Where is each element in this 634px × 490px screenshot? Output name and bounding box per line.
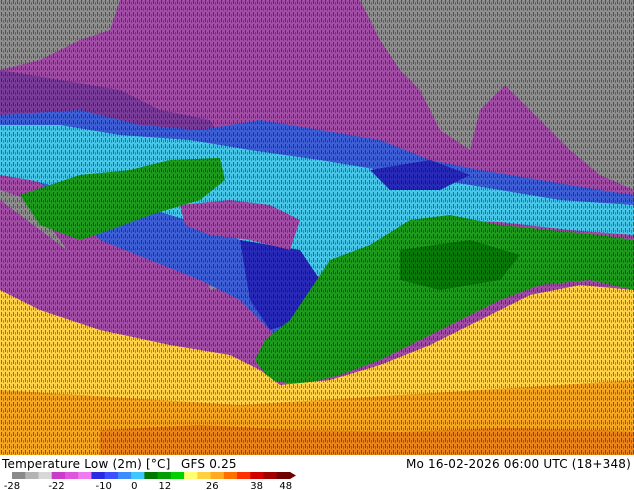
legend-swatch (12, 472, 26, 479)
legend-swatch (263, 472, 278, 479)
legend-swatch (131, 472, 145, 479)
legend-swatch (276, 472, 291, 479)
legend-tick-label: 12 (159, 481, 172, 490)
legend-tick-label: 48 (279, 481, 292, 490)
map-viewer: Temperature Low (2m) [°C] GFS 0.25 Mo 16… (0, 0, 634, 490)
legend-swatch (237, 472, 251, 479)
legend-swatch (117, 472, 132, 479)
map-footer: Temperature Low (2m) [°C] GFS 0.25 Mo 16… (0, 455, 634, 490)
legend-swatch (91, 472, 106, 479)
legend-tick-label: -10 (96, 481, 112, 490)
legend-swatch (184, 472, 198, 479)
value-label-texture (0, 0, 634, 455)
legend-swatch (38, 472, 53, 479)
color-legend: -28 -22 -10 0 12 26 38 48 (0, 472, 300, 490)
legend-swatch (144, 472, 159, 479)
legend-swatch (223, 472, 238, 479)
legend-arrow (290, 472, 296, 479)
legend-tick-label: 0 (131, 481, 137, 490)
legend-swatch (104, 472, 119, 479)
legend-swatch (78, 472, 92, 479)
legend-swatch (25, 472, 39, 479)
legend-swatch (51, 472, 66, 479)
legend-swatch (170, 472, 185, 479)
legend-tick-label: -28 (4, 481, 20, 490)
legend-swatch (197, 472, 212, 479)
temperature-map[interactable] (0, 0, 634, 455)
valid-time: Mo 16-02-2026 06:00 UTC (18+348) (405, 457, 631, 471)
model-name: GFS 0.25 (181, 457, 237, 471)
legend-swatch (64, 472, 79, 479)
legend-swatch (210, 472, 225, 479)
legend-tick-label: 38 (250, 481, 263, 490)
legend-tick-label: 26 (206, 481, 219, 490)
map-title: Temperature Low (2m) [°C] (2, 457, 171, 471)
legend-tick-label: -22 (48, 481, 64, 490)
legend-swatch (250, 472, 265, 479)
legend-swatch (157, 472, 172, 479)
